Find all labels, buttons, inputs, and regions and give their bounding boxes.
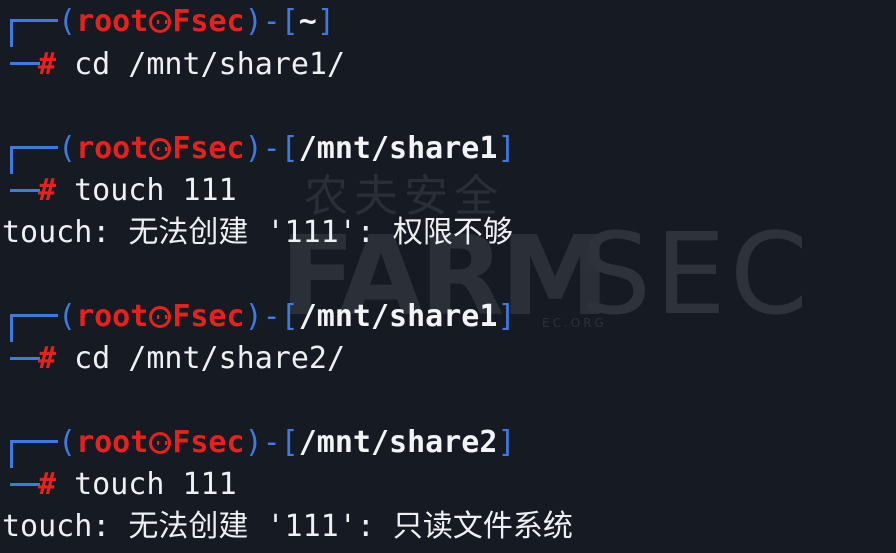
skull-icon [149,432,172,454]
prompt-user: root [76,131,149,166]
command-line: # touch 111 [38,173,237,209]
watermark-brand-light: SEC [580,210,813,340]
prompt-path: /mnt/share2 [298,425,498,460]
prompt-path: ~ [298,4,317,39]
terminal-window[interactable]: 农夫安全 FARM SEC EC.ORG (root Fsec)-[~] # cd… [0,0,896,553]
prompt-line: (root Fsec)-[/mnt/share2] [58,425,516,460]
prompt-frame-top [10,314,58,342]
command-line: # cd /mnt/share2/ [38,341,345,377]
prompt-host: Fsec [172,299,245,334]
prompt-user: root [76,425,149,460]
watermark-domain: EC.ORG [542,316,607,330]
prompt-hash: # [38,47,57,82]
prompt-line: (root Fsec)-[/mnt/share1] [58,299,516,334]
prompt-line: (root Fsec)-[/mnt/share1] [58,131,516,166]
prompt-frame-bottom [10,62,40,65]
prompt-frame-bottom [10,189,40,192]
prompt-frame-bottom [10,483,40,486]
prompt-hash: # [38,467,57,502]
prompt-host: Fsec [172,425,245,460]
skull-icon [149,11,172,33]
prompt-user: root [76,299,149,334]
command-line: # touch 111 [38,467,237,503]
prompt-host: Fsec [172,131,245,166]
command-text: cd /mnt/share1/ [74,47,346,82]
command-text: touch 111 [74,467,237,502]
prompt-host: Fsec [172,4,245,39]
command-output: touch: 无法创建 '111': 只读文件系统 [2,509,573,544]
command-text: cd /mnt/share2/ [74,341,346,376]
prompt-hash: # [38,173,57,208]
prompt-frame-top [10,146,58,174]
prompt-user: root [76,4,149,39]
skull-icon [149,138,172,160]
prompt-hash: # [38,341,57,376]
command-output: touch: 无法创建 '111': 权限不够 [2,215,513,250]
prompt-path: /mnt/share1 [298,131,498,166]
prompt-frame-bottom [10,357,40,360]
prompt-line: (root Fsec)-[~] [58,4,335,39]
prompt-path: /mnt/share1 [298,299,498,334]
prompt-frame-top [10,19,58,47]
command-text: touch 111 [74,173,237,208]
prompt-frame-top [10,440,58,468]
command-line: # cd /mnt/share1/ [38,47,345,83]
skull-icon [149,306,172,328]
